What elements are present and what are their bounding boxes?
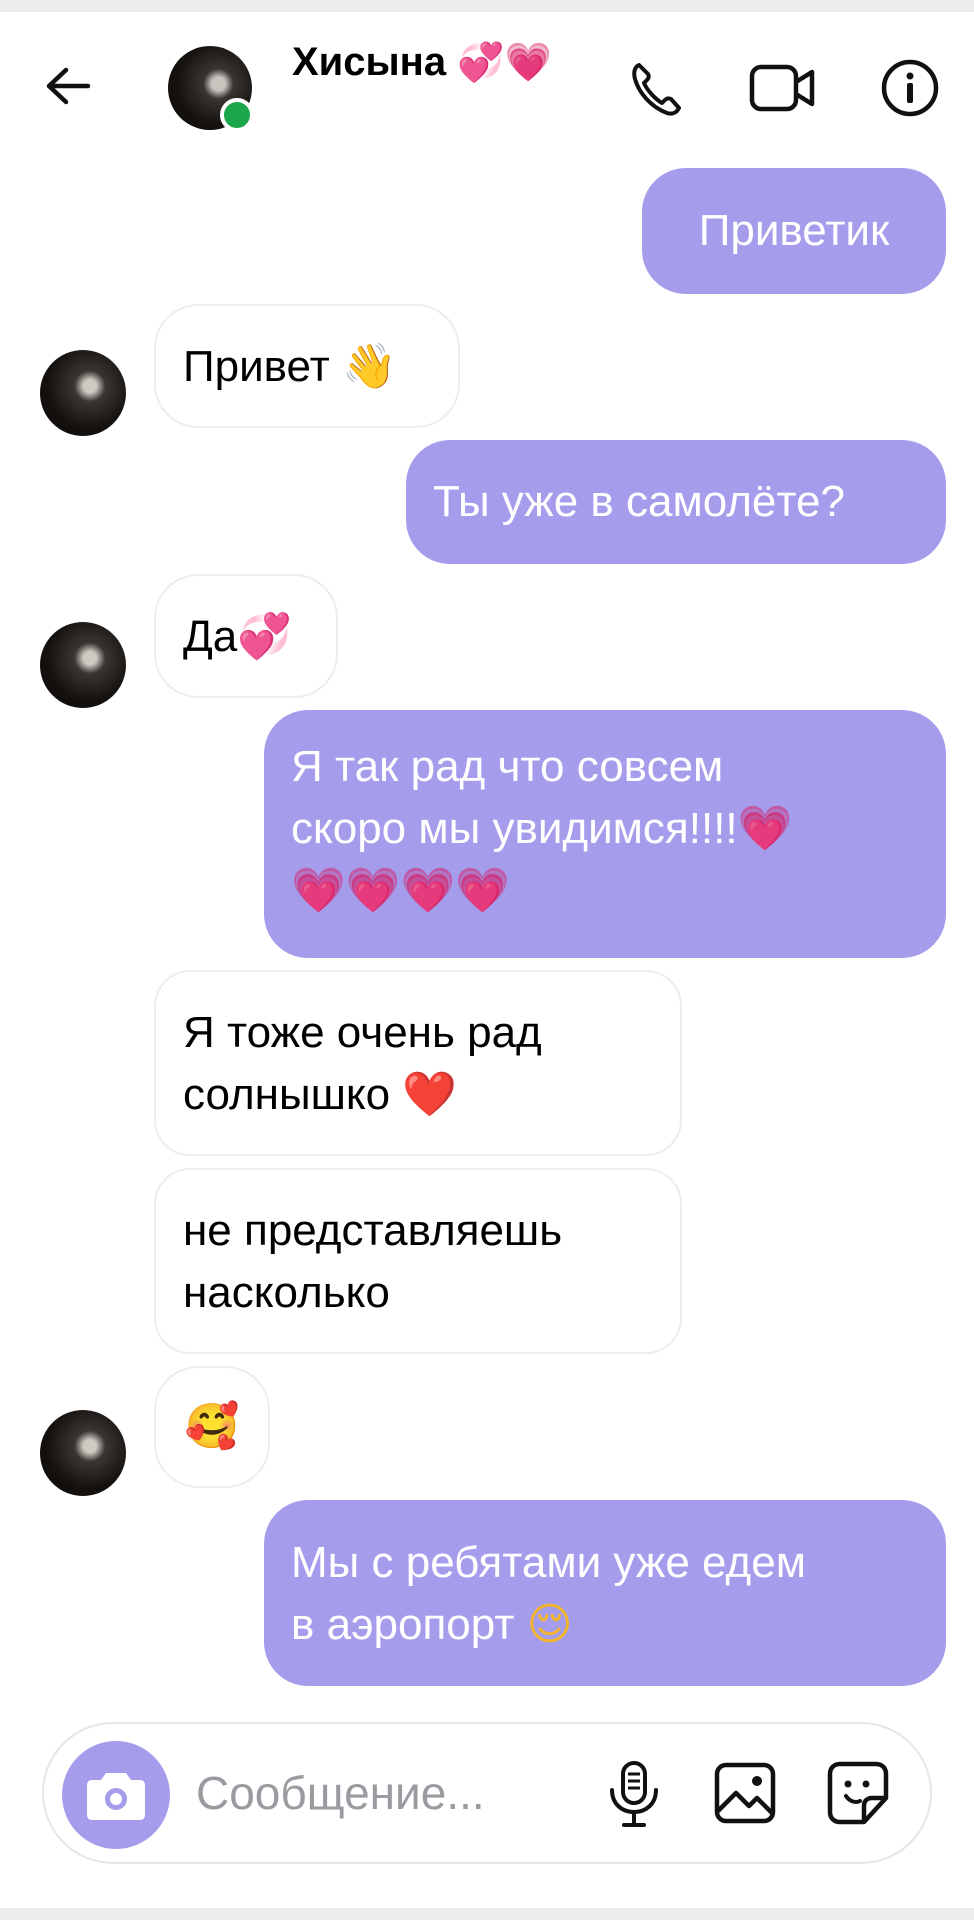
message-bubble-outgoing[interactable]: Приветик (642, 168, 946, 294)
relieved-face-emoji: 😌 (526, 1600, 573, 1649)
sticker-icon[interactable] (826, 1760, 890, 1826)
contact-name-emoji: 💞💗 (457, 42, 552, 84)
hearts-emoji: 💞 (237, 612, 293, 661)
online-status-dot (220, 98, 254, 132)
message-text-line: в аэропорт (291, 1600, 515, 1649)
contact-avatar[interactable] (168, 46, 254, 132)
message-text-line: скоро мы увидимся!!!! (291, 804, 738, 853)
message-text: Да (183, 612, 238, 661)
sender-avatar (40, 1410, 126, 1496)
message-bubble-incoming[interactable]: Я тоже очень рад солнышко ❤️ (154, 970, 682, 1156)
message-text-line: не представляешь (183, 1206, 563, 1255)
info-icon[interactable] (878, 56, 942, 120)
camera-button[interactable] (62, 1741, 170, 1849)
message-input[interactable]: Сообщение... (196, 1766, 485, 1820)
smiling-hearts-emoji: 🥰 (184, 1402, 240, 1451)
heart-emoji: 💗 (737, 804, 793, 853)
message-bubble-incoming[interactable]: не представляешь насколько (154, 1168, 682, 1354)
message-bubble-incoming[interactable]: Привет 👋 (154, 304, 460, 428)
message-input-placeholder: Сообщение... (196, 1767, 485, 1819)
message-bubble-incoming[interactable]: 🥰 (154, 1366, 270, 1488)
message-bubble-incoming[interactable]: Да💞 (154, 574, 338, 698)
message-bubble-outgoing[interactable]: Ты уже в самолёте? (406, 440, 946, 564)
message-text-line: солнышко (183, 1070, 391, 1119)
message-text-line: Я так рад что совсем (291, 742, 724, 791)
message-bubble-outgoing[interactable]: Я так рад что совсем скоро мы увидимся!!… (264, 710, 946, 958)
message-text-line: Я тоже очень рад (183, 1008, 542, 1057)
navigation-strip (0, 1908, 974, 1920)
status-strip (0, 0, 974, 12)
contact-name[interactable]: Хисына 💞💗 (292, 40, 552, 85)
sender-avatar (40, 622, 126, 708)
message-text-line: Мы с ребятами уже едем (291, 1538, 806, 1587)
red-heart-emoji: ❤️ (402, 1070, 458, 1119)
gallery-icon[interactable] (712, 1760, 778, 1826)
microphone-icon[interactable] (604, 1760, 664, 1828)
video-camera-icon[interactable] (748, 56, 818, 120)
message-text: Ты уже в самолёте? (433, 477, 845, 526)
message-composer: Сообщение... (42, 1722, 932, 1864)
sender-avatar (40, 350, 126, 436)
message-text: Привет (183, 342, 330, 391)
message-text-line: насколько (183, 1268, 390, 1317)
message-bubble-outgoing[interactable]: Мы с ребятами уже едем в аэропорт 😌 (264, 1500, 946, 1686)
chat-header: Хисына 💞💗 (0, 12, 974, 142)
hearts-emoji-row: 💗💗💗💗 (291, 866, 511, 915)
contact-name-text: Хисына (292, 40, 447, 84)
message-text: Приветик (698, 206, 890, 255)
back-arrow-icon[interactable] (38, 56, 98, 116)
camera-icon (87, 1773, 145, 1820)
wave-emoji: 👋 (341, 342, 397, 391)
phone-icon[interactable] (624, 56, 688, 120)
